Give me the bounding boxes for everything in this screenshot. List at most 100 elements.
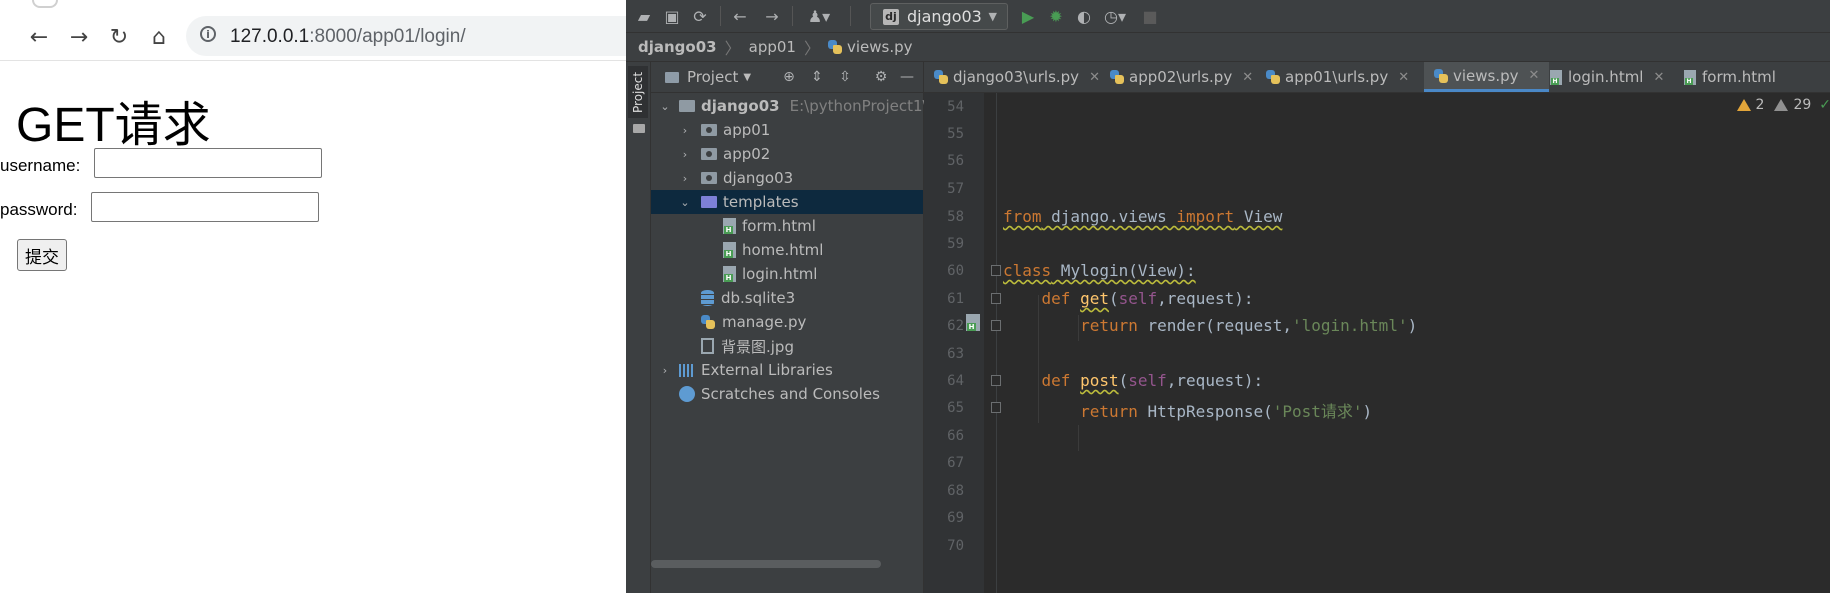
- database-icon: [701, 290, 714, 306]
- ide-toolbar: ▰ ▣ ⟳ ← → ♟▾ dj django03 ▼ ▶ ✹ ◐ ◷▾ ■: [626, 0, 1830, 33]
- fold-marker[interactable]: [991, 375, 1001, 386]
- vcs-user-icon[interactable]: ♟▾: [802, 4, 836, 28]
- run-icon[interactable]: ▶: [1016, 4, 1040, 28]
- fold-marker[interactable]: [991, 320, 1001, 331]
- indent-guide: [1078, 425, 1079, 451]
- fold-marker[interactable]: [991, 265, 1001, 276]
- tree-item-db-sqlite3[interactable]: db.sqlite3: [651, 286, 923, 310]
- gear-icon[interactable]: ⚙: [871, 67, 891, 87]
- code-call: render(request,: [1137, 316, 1292, 335]
- close-icon[interactable]: ✕: [1398, 70, 1409, 85]
- close-icon[interactable]: ✕: [1653, 70, 1664, 85]
- folder-icon: [665, 71, 679, 83]
- browser-tab-edge[interactable]: [32, 0, 58, 8]
- tree-item-templates[interactable]: ⌄ templates: [651, 190, 923, 214]
- tool-window-strip: Project: [626, 62, 651, 593]
- password-input[interactable]: [91, 192, 319, 222]
- package-folder-icon: [701, 124, 717, 136]
- code-area[interactable]: from django.views import View class Mylo…: [991, 93, 1830, 593]
- tree-item-form-html[interactable]: form.html: [651, 214, 923, 238]
- forward-arrow-icon[interactable]: →: [64, 22, 94, 52]
- minimize-icon[interactable]: —: [897, 67, 917, 87]
- tree-item-app02[interactable]: › app02: [651, 142, 923, 166]
- code-editor[interactable]: 54 55 56 57 58 59 60 61 62 63 64 65 66 6…: [924, 93, 1830, 593]
- project-tool-tab[interactable]: Project: [628, 66, 648, 118]
- breadcrumb-file[interactable]: views.py: [827, 38, 913, 56]
- save-icon[interactable]: ▣: [660, 4, 684, 28]
- tree-item-home-html[interactable]: home.html: [651, 238, 923, 262]
- home-icon[interactable]: ⌂: [144, 22, 174, 52]
- breadcrumb-project[interactable]: django03: [638, 38, 717, 56]
- tab-app01-urls[interactable]: app01\urls.py ✕: [1266, 62, 1409, 92]
- chevron-down-icon[interactable]: ⌄: [679, 196, 691, 209]
- url-text[interactable]: 127.0.0.1:8000/app01/login/: [230, 26, 466, 48]
- info-icon[interactable]: i: [200, 26, 216, 42]
- submit-button[interactable]: 提交: [17, 239, 67, 271]
- collapse-all-icon[interactable]: ⇳: [835, 67, 855, 87]
- run-configuration-label: django03: [907, 7, 982, 26]
- chevron-right-icon[interactable]: ›: [659, 364, 671, 377]
- expand-all-icon[interactable]: ⇕: [807, 67, 827, 87]
- username-label: username:: [0, 156, 81, 175]
- chevron-right-icon: 〉: [724, 39, 741, 58]
- tab-app02-urls[interactable]: app02\urls.py ✕: [1110, 62, 1253, 92]
- reload-icon[interactable]: ↻: [104, 22, 134, 52]
- tree-item-label: app01: [723, 121, 771, 139]
- library-icon: [679, 363, 695, 377]
- close-icon[interactable]: ✕: [1089, 70, 1100, 85]
- tab-views-py[interactable]: views.py ✕: [1424, 62, 1550, 92]
- code-string: 'Post请求': [1272, 402, 1363, 421]
- fold-marker[interactable]: [991, 293, 1001, 304]
- tree-item-django03[interactable]: › django03: [651, 166, 923, 190]
- tree-item-manage-py[interactable]: manage.py: [651, 310, 923, 334]
- close-icon[interactable]: ✕: [1529, 68, 1540, 83]
- tab-form-html[interactable]: form.html: [1684, 62, 1776, 92]
- tree-item-label: 背景图.jpg: [721, 337, 794, 356]
- chevron-right-icon[interactable]: ›: [679, 124, 691, 137]
- debug-icon[interactable]: ✹: [1044, 4, 1068, 28]
- chevron-right-icon[interactable]: ›: [679, 148, 691, 161]
- stop-icon[interactable]: ■: [1138, 4, 1162, 28]
- coverage-icon[interactable]: ◐: [1072, 4, 1096, 28]
- code-line: return HttpResponse('Post请求'): [1003, 398, 1372, 422]
- breadcrumb-file-label: views.py: [846, 38, 913, 56]
- fold-marker[interactable]: [991, 402, 1001, 413]
- line-number-gutter[interactable]: 54 55 56 57 58 59 60 61 62 63 64 65 66 6…: [924, 93, 984, 593]
- breadcrumb-folder[interactable]: app01: [749, 38, 796, 56]
- tree-item-background-jpg[interactable]: 背景图.jpg: [651, 334, 923, 358]
- horizontal-scrollbar[interactable]: [651, 560, 881, 568]
- package-folder-icon: [701, 172, 717, 184]
- tree-item-login-html[interactable]: login.html: [651, 262, 923, 286]
- tab-login-html[interactable]: login.html ✕: [1550, 62, 1664, 92]
- tree-item-scratches[interactable]: Scratches and Consoles: [651, 382, 923, 406]
- tree-item-label: db.sqlite3: [721, 289, 796, 307]
- chevron-right-icon[interactable]: ›: [679, 172, 691, 185]
- close-icon[interactable]: ✕: [1242, 70, 1253, 85]
- tree-item-app01[interactable]: › app01: [651, 118, 923, 142]
- navigate-forward-icon[interactable]: →: [760, 4, 784, 28]
- profile-icon[interactable]: ◷▾: [1100, 4, 1130, 28]
- tab-django03-urls[interactable]: django03\urls.py ✕: [934, 62, 1100, 92]
- folder-icon[interactable]: [633, 124, 645, 133]
- back-arrow-icon[interactable]: ←: [24, 22, 54, 52]
- open-folder-icon[interactable]: ▰: [632, 4, 656, 28]
- tab-label: form.html: [1702, 68, 1776, 86]
- code-line: return render(request,'login.html'): [1003, 316, 1417, 335]
- toolbar-divider: [850, 6, 851, 26]
- html-file-icon: [723, 242, 736, 258]
- project-view-select[interactable]: Project: [687, 68, 738, 86]
- sync-icon[interactable]: ⟳: [688, 4, 712, 28]
- chevron-down-icon[interactable]: ⌄: [659, 100, 671, 113]
- check-icon: ✓: [1819, 97, 1830, 113]
- html-template-gutter-icon[interactable]: [966, 314, 980, 331]
- locate-icon[interactable]: ⊕: [779, 67, 799, 87]
- username-input[interactable]: [94, 148, 322, 178]
- navigate-back-icon[interactable]: ←: [728, 4, 752, 28]
- chevron-down-icon[interactable]: ▼: [743, 72, 751, 83]
- tree-item-external-libraries[interactable]: › External Libraries: [651, 358, 923, 382]
- inspection-widget[interactable]: 2 29 ✓: [1736, 97, 1830, 113]
- run-configuration-select[interactable]: dj django03 ▼: [870, 3, 1008, 30]
- code-params: ,request):: [1157, 289, 1254, 308]
- tree-item-root[interactable]: ⌄ django03 E:\pythonProject1\dja: [651, 94, 950, 118]
